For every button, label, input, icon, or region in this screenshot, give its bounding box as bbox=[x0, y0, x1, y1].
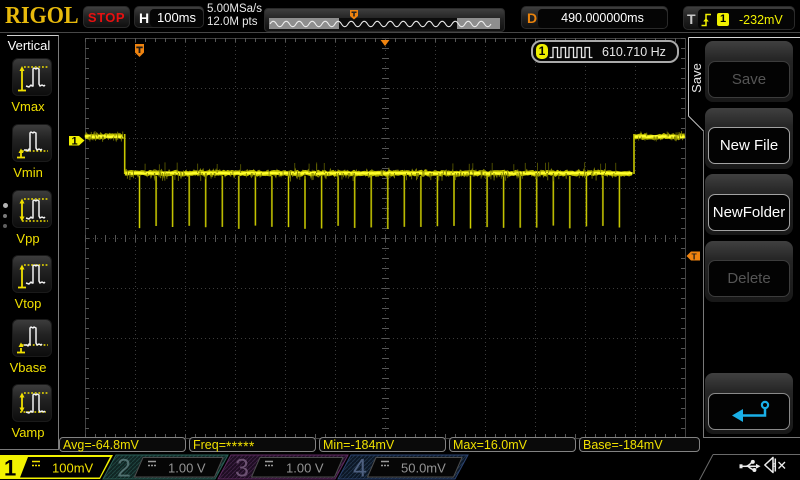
svg-text:4: 4 bbox=[353, 455, 367, 480]
svg-text:50.0mV: 50.0mV bbox=[401, 461, 446, 476]
svg-text:1.00 V: 1.00 V bbox=[286, 461, 324, 476]
svg-text:100mV: 100mV bbox=[52, 461, 94, 476]
svg-text:1.00 V: 1.00 V bbox=[168, 461, 206, 476]
svg-text:1: 1 bbox=[4, 456, 16, 480]
svg-text:3: 3 bbox=[235, 455, 249, 480]
svg-text:2: 2 bbox=[117, 455, 131, 480]
svg-text:1: 1 bbox=[72, 136, 78, 148]
